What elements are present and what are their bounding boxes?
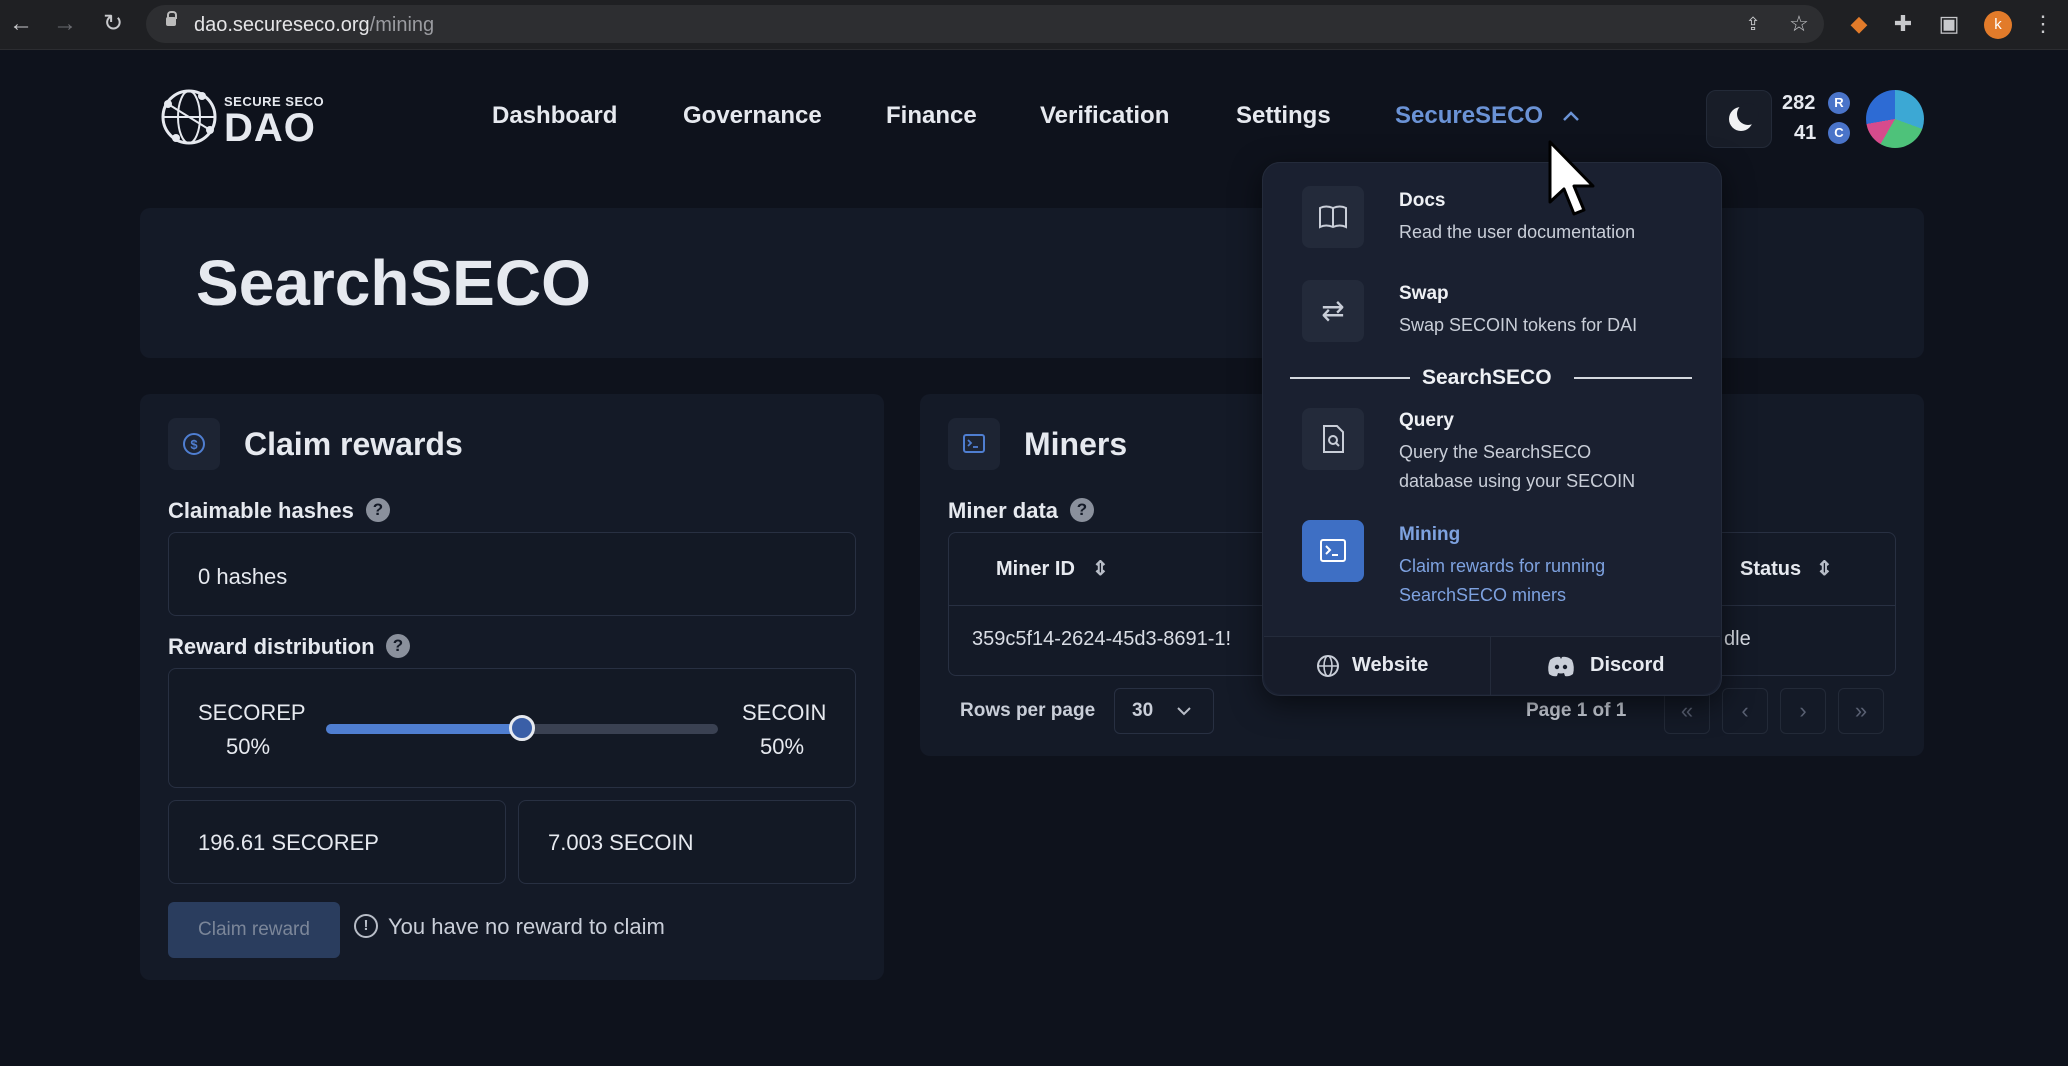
claimable-hashes-value: 0 hashes [198,564,288,589]
table-cell-status: dle [1724,628,1751,650]
distribution-slider-fill [326,724,522,734]
moon-icon [1729,103,1759,131]
address-bar[interactable]: dao.secureseco.org/mining [146,5,1824,43]
help-icon[interactable]: ? [386,634,410,658]
coin-balance: 41 [1794,122,1817,144]
menu-item-query[interactable]: Query [1399,410,1454,432]
claim-reward-button[interactable]: Claim reward [168,902,340,958]
url-text: dao.secureseco.org/mining [194,14,435,36]
nav-verification[interactable]: Verification [1040,102,1169,130]
terminal-icon [963,434,985,453]
next-page-icon[interactable]: › [1780,688,1826,734]
menu-section-searchseco: SearchSECO [1422,366,1552,389]
miner-data-label: Miner data [948,498,1059,523]
column-header-status[interactable]: Status [1740,558,1801,581]
claimable-hashes-label: Claimable hashes [168,498,354,523]
metamask-extension-icon[interactable]: ◆ [1846,11,1872,37]
browser-menu-icon[interactable]: ⋮ [2030,11,2056,37]
mouse-cursor-icon [1548,140,1595,216]
nav-settings[interactable]: Settings [1236,102,1331,130]
menu-item-mining[interactable]: Mining [1399,524,1460,546]
browser-toolbar: ← → ↻ dao.secureseco.org/mining ⇪ ☆ ◆ ✚ … [0,0,2068,50]
reload-icon[interactable]: ↻ [100,11,126,37]
menu-item-query-description-line-1[interactable]: Query the SearchSECO [1399,438,1591,467]
no-reward-notice: You have no reward to claim [388,914,665,939]
logo-big-text: DAO [224,106,316,150]
help-icon[interactable]: ? [1070,498,1094,522]
rep-coin-icon: R [1828,92,1850,114]
secorep-token-label: SECOREP [198,700,306,725]
file-search-icon-svg [1323,425,1344,453]
globe-icon[interactable] [1316,654,1340,678]
miners-title: Miners [1024,426,1128,462]
theme-toggle-button[interactable] [1706,90,1772,148]
dao-logo[interactable]: SECURE SECO DAO [158,84,348,150]
secoin-token-label: SECOIN [742,700,827,725]
globe-logo-icon [161,89,217,145]
menu-item-swap-description[interactable]: Swap SECOIN tokens for DAI [1399,311,1637,340]
sort-icon[interactable]: ⇕ [1092,556,1109,581]
previous-page-icon[interactable]: ‹ [1722,688,1768,734]
terminal-icon-svg [1320,539,1346,562]
rows-per-page-label: Rows per page [960,700,1096,721]
terminal-icon-box [948,418,1000,470]
secorep-percent: 50% [226,734,271,759]
page-info: Page 1 of 1 [1526,700,1627,721]
svg-text:$: $ [190,437,198,452]
nav-governance[interactable]: Governance [683,102,822,130]
secoin-coin-icon: C [1828,122,1850,144]
help-icon[interactable]: ? [366,498,390,522]
info-icon: ! [354,914,378,938]
footer-divider [1490,637,1491,695]
terminal-icon [1302,520,1364,582]
section-divider [1290,377,1410,379]
rep-balance: 282 [1782,92,1816,114]
lock-icon [166,11,177,26]
distribution-slider-thumb[interactable] [509,715,535,741]
swap-arrows-icon: ⇄ [1302,280,1364,342]
wallet-avatar[interactable] [1866,90,1924,148]
book-icon [1302,186,1364,248]
menu-item-docs[interactable]: Docs [1399,190,1445,212]
page-title: SearchSECO [196,247,591,319]
dollar-icon: $ [183,433,205,455]
browser-profile-avatar[interactable]: k [1984,11,2012,39]
menu-item-docs-description[interactable]: Read the user documentation [1399,218,1635,247]
chevron-up-icon[interactable] [1562,110,1580,122]
table-cell-miner-id: 359c5f14-2624-45d3-8691-1! [972,628,1232,650]
rows-per-page-value: 30 [1132,700,1154,721]
website-link[interactable]: Website [1352,654,1428,677]
nav-finance[interactable]: Finance [886,102,977,130]
extensions-icon[interactable]: ✚ [1890,11,1916,37]
menu-item-query-description-line-2[interactable]: database using your SECOIN [1399,467,1635,496]
bookmark-star-icon[interactable]: ☆ [1786,11,1812,37]
chevron-down-icon [1177,707,1191,716]
secoin-percent: 50% [760,734,805,759]
column-header-miner-id[interactable]: Miner ID [996,558,1075,581]
nav-dashboard[interactable]: Dashboard [492,102,617,130]
secoin-amount: 7.003 SECOIN [548,830,694,855]
book-icon-svg [1319,205,1347,229]
discord-link[interactable]: Discord [1590,654,1664,677]
side-panel-icon[interactable]: ▣ [1936,11,1962,37]
back-icon[interactable]: ← [8,11,34,37]
claim-rewards-title: Claim rewards [244,426,463,462]
rows-per-page-select[interactable] [1114,688,1214,734]
menu-item-mining-description-line-1[interactable]: Claim rewards for running [1399,552,1605,581]
reward-distribution-label: Reward distribution [168,634,375,659]
nav-secureseco[interactable]: SecureSECO [1395,102,1543,130]
forward-icon[interactable]: → [52,11,78,37]
menu-item-swap[interactable]: Swap [1399,283,1449,305]
section-divider [1574,377,1692,379]
discord-icon[interactable] [1546,654,1576,678]
share-icon[interactable]: ⇪ [1740,11,1766,37]
sort-icon[interactable]: ⇕ [1816,556,1833,581]
menu-item-mining-description-line-2[interactable]: SearchSECO miners [1399,581,1566,610]
secorep-amount: 196.61 SECOREP [198,830,379,855]
dollar-icon-box: $ [168,418,220,470]
file-search-icon [1302,408,1364,470]
last-page-icon[interactable]: » [1838,688,1884,734]
